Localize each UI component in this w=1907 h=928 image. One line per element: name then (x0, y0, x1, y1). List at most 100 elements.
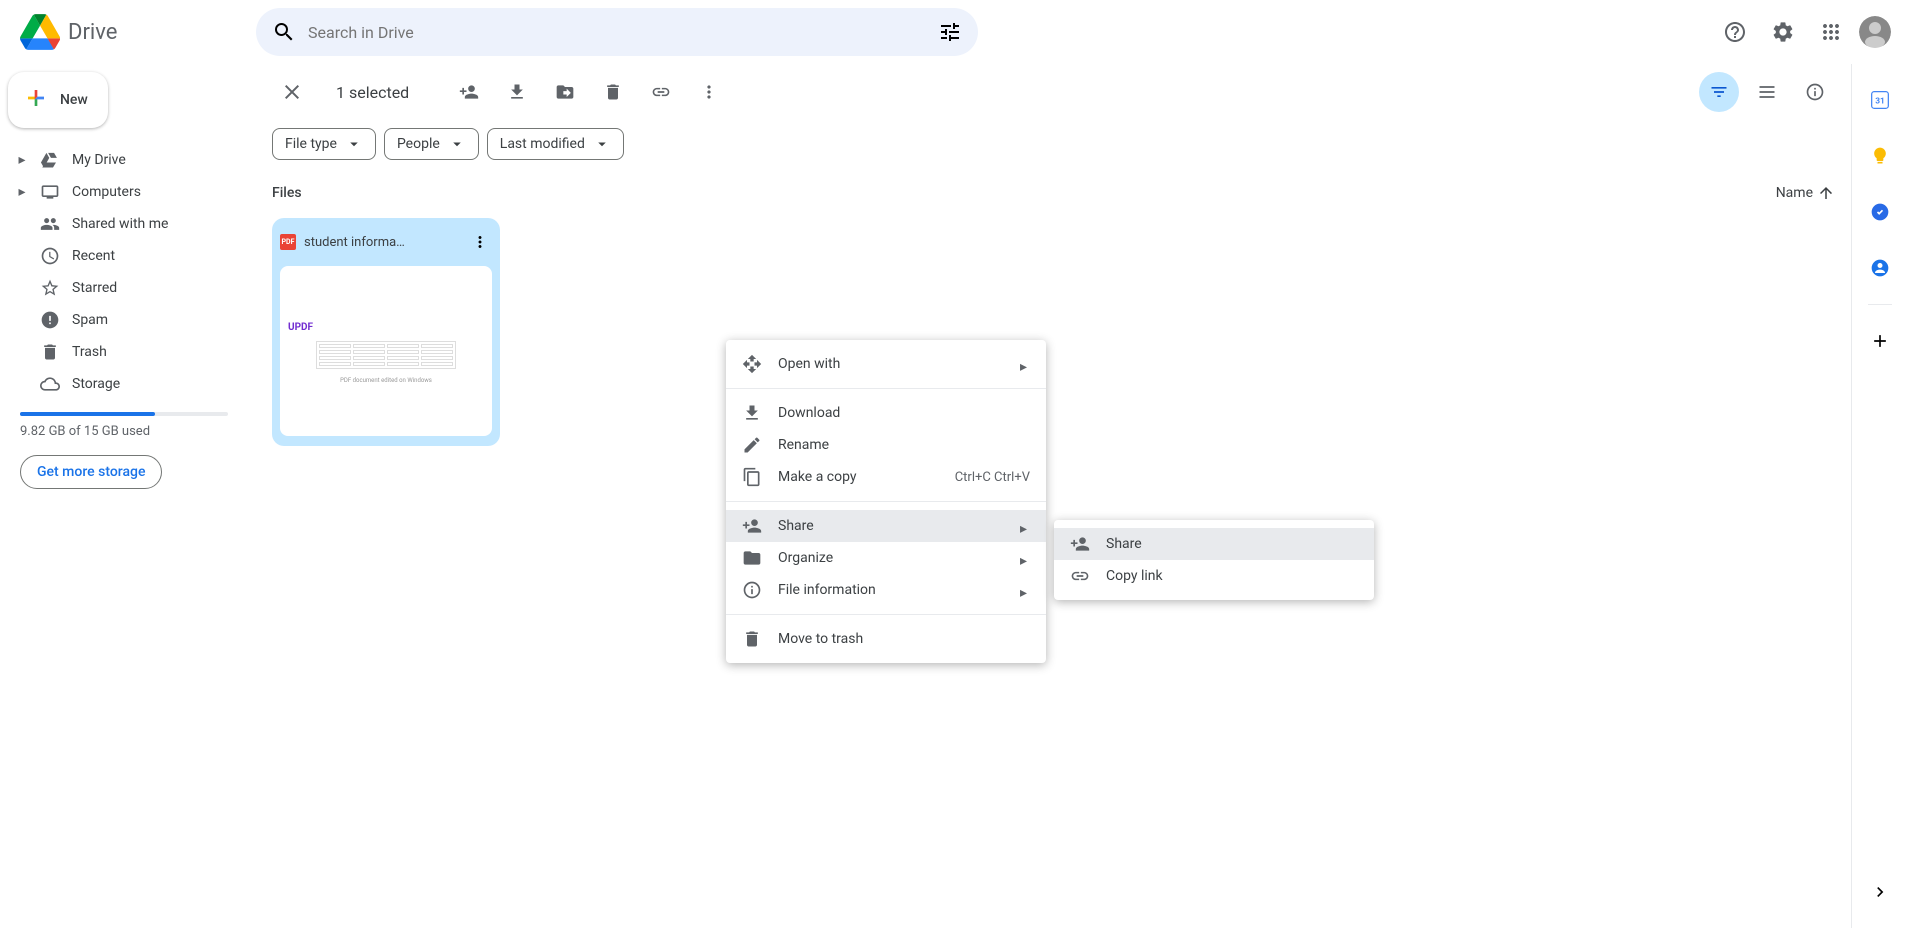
ctx-label: Organize (778, 550, 833, 566)
sort-label: Name (1776, 185, 1813, 201)
ctx-label: Download (778, 405, 840, 421)
ctx-rename[interactable]: Rename (726, 429, 1046, 461)
nav-spam[interactable]: Spam (8, 304, 240, 336)
get-storage-button[interactable]: Get more storage (20, 455, 162, 489)
ctx-shortcut: Ctrl+C Ctrl+V (955, 470, 1030, 485)
file-card[interactable]: PDF student informa… UPDF PDF document e… (272, 218, 500, 446)
nav-label: Trash (72, 344, 107, 360)
download-icon (742, 403, 762, 423)
nav-storage[interactable]: Storage (8, 368, 240, 400)
file-more-icon[interactable] (468, 230, 492, 254)
tasks-app-icon[interactable] (1860, 192, 1900, 232)
organize-icon (742, 548, 762, 568)
search-icon[interactable] (264, 12, 304, 52)
ctx-share[interactable]: Share ▸ (726, 510, 1046, 542)
delete-icon[interactable] (593, 72, 633, 112)
chip-people[interactable]: People (384, 128, 479, 160)
nav-shared[interactable]: Shared with me (8, 208, 240, 240)
header: Drive (0, 0, 1907, 64)
info-icon (742, 580, 762, 600)
open-with-icon (742, 354, 762, 374)
toolbar-right (1699, 72, 1835, 112)
share-icon[interactable] (449, 72, 489, 112)
chevron-right-icon[interactable]: ▸ (16, 186, 28, 198)
search-input[interactable] (304, 23, 930, 42)
chip-label: Last modified (500, 136, 585, 152)
filter-icon[interactable] (1699, 72, 1739, 112)
rename-icon (742, 435, 762, 455)
nav-recent[interactable]: Recent (8, 240, 240, 272)
submenu-share[interactable]: Share (1054, 528, 1374, 560)
plus-icon (24, 86, 48, 114)
add-app-icon[interactable] (1860, 321, 1900, 361)
link-icon[interactable] (641, 72, 681, 112)
chevron-right-icon: ▸ (1020, 585, 1030, 595)
ctx-organize[interactable]: Organize ▸ (726, 542, 1046, 574)
nav-computers[interactable]: ▸ Computers (8, 176, 240, 208)
ctx-label: Share (778, 518, 814, 534)
ctx-label: Open with (778, 356, 840, 372)
keep-app-icon[interactable] (1860, 136, 1900, 176)
ctx-make-copy[interactable]: Make a copy Ctrl+C Ctrl+V (726, 461, 1046, 493)
chip-last-modified[interactable]: Last modified (487, 128, 624, 160)
search-bar[interactable] (256, 8, 978, 56)
ctx-move-to-trash[interactable]: Move to trash (726, 623, 1046, 655)
sidebar: New ▸ My Drive ▸ Computers Shared with m… (0, 64, 256, 928)
move-icon[interactable] (545, 72, 585, 112)
storage-icon (40, 374, 60, 394)
trash-icon (742, 629, 762, 649)
divider (1868, 304, 1892, 305)
divider (726, 614, 1046, 615)
chip-file-type[interactable]: File type (272, 128, 376, 160)
nav-label: Computers (72, 184, 141, 200)
share-icon (1070, 534, 1090, 554)
new-button[interactable]: New (8, 72, 108, 128)
ctx-label: File information (778, 582, 876, 598)
ctx-label: Make a copy (778, 469, 857, 485)
help-icon[interactable] (1715, 12, 1755, 52)
info-icon[interactable] (1795, 72, 1835, 112)
header-actions (1715, 12, 1899, 52)
apps-icon[interactable] (1811, 12, 1851, 52)
ctx-label: Copy link (1106, 568, 1163, 584)
nav-label: Starred (72, 280, 117, 296)
sort-control[interactable]: Name (1776, 184, 1835, 202)
submenu-copy-link[interactable]: Copy link (1054, 560, 1374, 592)
filter-chips: File type People Last modified (256, 120, 1851, 168)
ctx-label: Rename (778, 437, 829, 453)
ctx-open-with[interactable]: Open with ▸ (726, 348, 1046, 380)
nav-my-drive[interactable]: ▸ My Drive (8, 144, 240, 176)
search-options-icon[interactable] (930, 12, 970, 52)
calendar-app-icon[interactable]: 31 (1860, 80, 1900, 120)
chip-label: People (397, 136, 440, 152)
more-icon[interactable] (689, 72, 729, 112)
files-section-header: Files Name (256, 168, 1851, 210)
chevron-right-icon[interactable]: ▸ (16, 154, 28, 166)
side-panel: 31 (1851, 64, 1907, 928)
account-avatar[interactable] (1859, 16, 1891, 48)
chevron-down-icon (593, 135, 611, 153)
file-card-header: PDF student informa… (272, 218, 500, 266)
storage-bar-fill (20, 412, 155, 416)
chevron-right-icon: ▸ (1020, 553, 1030, 563)
collapse-panel-icon[interactable] (1860, 872, 1900, 912)
close-selection-icon[interactable] (272, 72, 312, 112)
list-view-icon[interactable] (1747, 72, 1787, 112)
nav-trash[interactable]: Trash (8, 336, 240, 368)
logo-area[interactable]: Drive (8, 12, 256, 52)
ctx-download[interactable]: Download (726, 397, 1046, 429)
section-title: Files (272, 185, 302, 201)
ctx-file-info[interactable]: File information ▸ (726, 574, 1046, 606)
storage-bar (20, 412, 228, 416)
contacts-app-icon[interactable] (1860, 248, 1900, 288)
settings-icon[interactable] (1763, 12, 1803, 52)
nav-label: Recent (72, 248, 115, 264)
shared-icon (40, 214, 60, 234)
chevron-right-icon: ▸ (1020, 521, 1030, 531)
copy-icon (742, 467, 762, 487)
nav-label: Spam (72, 312, 108, 328)
divider (726, 501, 1046, 502)
download-icon[interactable] (497, 72, 537, 112)
new-button-label: New (60, 92, 88, 108)
nav-starred[interactable]: Starred (8, 272, 240, 304)
